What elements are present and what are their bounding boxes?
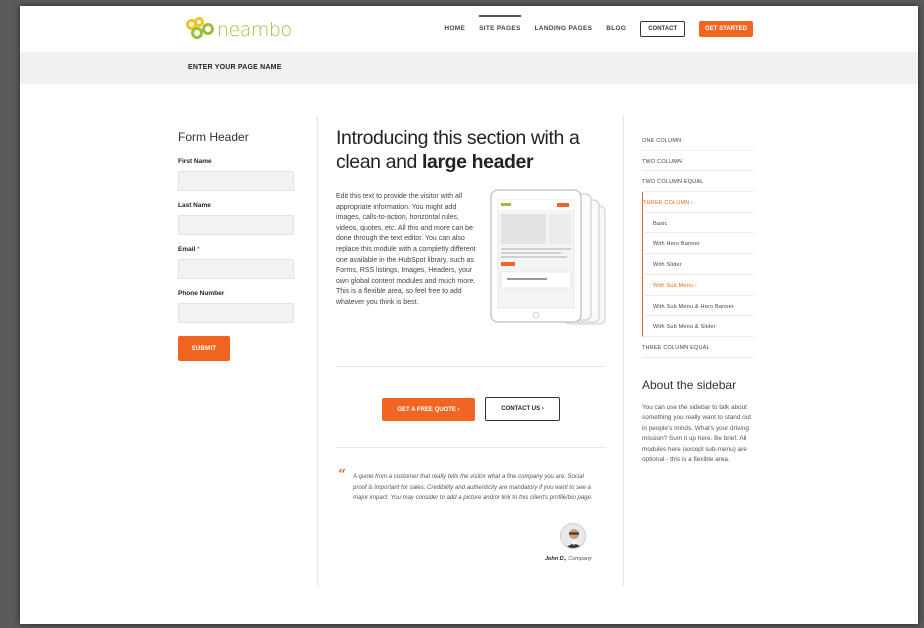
logo-circles-icon	[186, 17, 216, 43]
site-header: neambo HOME SITE PAGES LANDING PAGES BLO…	[20, 6, 918, 52]
main-headline: Introducing this section with a clean an…	[336, 127, 580, 173]
form-header: Form Header	[178, 130, 249, 144]
main-body-text: Edit this text to provide the visitor wi…	[336, 193, 476, 306]
column-divider-right	[623, 116, 624, 586]
tablet-mockup-image	[489, 188, 609, 348]
last-name-field[interactable]	[178, 215, 294, 235]
column-divider-left	[317, 116, 318, 586]
submit-button[interactable]: SUBMIT	[178, 336, 230, 361]
sidebar-subitem-sub-menu-slider[interactable]: With Sub Menu & Slider	[642, 316, 754, 337]
sidebar-item-one-column[interactable]: ONE COLUMN	[642, 130, 754, 151]
nav-home[interactable]: HOME	[444, 20, 465, 37]
nav-site-pages[interactable]: SITE PAGES	[479, 15, 521, 37]
nav-blog[interactable]: BLOG	[606, 20, 626, 37]
email-field[interactable]	[178, 259, 294, 279]
sidebar-item-two-column-equal[interactable]: TWO COLUMN EQUAL	[642, 171, 754, 193]
last-name-label: Last Name	[178, 202, 211, 209]
get-started-button[interactable]: GET STARTED	[699, 20, 753, 37]
first-name-field[interactable]	[178, 171, 294, 191]
logo-text: neambo	[217, 19, 292, 41]
nav-landing-pages[interactable]: LANDING PAGES	[535, 20, 593, 37]
avatar	[560, 523, 586, 549]
page: neambo HOME SITE PAGES LANDING PAGES BLO…	[20, 6, 918, 624]
sidebar-subitem-slider[interactable]: With Slider	[642, 254, 754, 275]
sidebar-item-three-column[interactable]: THREE COLUMN ›	[642, 192, 754, 213]
about-sidebar-text: You can use the sidebar to talk about so…	[642, 403, 752, 464]
get-free-quote-button[interactable]: GET A FREE QUOTE ›	[382, 398, 475, 421]
divider-bottom	[336, 447, 606, 448]
required-mark: *	[197, 246, 200, 253]
sidebar: ONE COLUMN TWO COLUMN TWO COLUMN EQUAL T…	[642, 130, 754, 466]
sidebar-subitem-sub-menu[interactable]: With Sub Menu ›	[642, 274, 754, 296]
form-column: Form Header First Name Last Name Email *…	[178, 130, 298, 361]
main-column: Introducing this section with a clean an…	[336, 126, 606, 325]
contact-us-button[interactable]: CONTACT US ›	[485, 397, 560, 421]
quote-icon: “	[338, 467, 347, 483]
nav-contact-button[interactable]: CONTACT	[640, 20, 686, 37]
sidebar-subitem-basic[interactable]: Basic	[642, 212, 754, 234]
phone-number-field[interactable]	[178, 303, 294, 323]
first-name-label: First Name	[178, 158, 212, 165]
email-label: Email *	[178, 246, 200, 253]
main-nav: HOME SITE PAGES LANDING PAGES BLOG CONTA…	[430, 15, 753, 37]
quote-author: John D., Company	[545, 556, 592, 562]
sidebar-subitem-hero-banner[interactable]: With Hero Banner	[642, 233, 754, 255]
phone-number-label: Phone Number	[178, 290, 225, 297]
page-name-bar: ENTER YOUR PAGE NAME	[20, 52, 918, 84]
about-sidebar-title: About the sidebar	[642, 377, 737, 392]
sidebar-item-three-column-equal[interactable]: THREE COLUMN EQUAL	[642, 337, 754, 358]
sidebar-subitem-sub-menu-hero-banner[interactable]: With Sub Menu & Hero Banner	[642, 295, 754, 317]
testimonial-quote: A quote from a customer that really tell…	[353, 474, 593, 501]
logo[interactable]: neambo	[186, 16, 292, 44]
sidebar-item-two-column[interactable]: TWO COLUMN	[642, 151, 754, 172]
divider-top	[336, 366, 606, 367]
page-title: ENTER YOUR PAGE NAME	[188, 64, 282, 71]
